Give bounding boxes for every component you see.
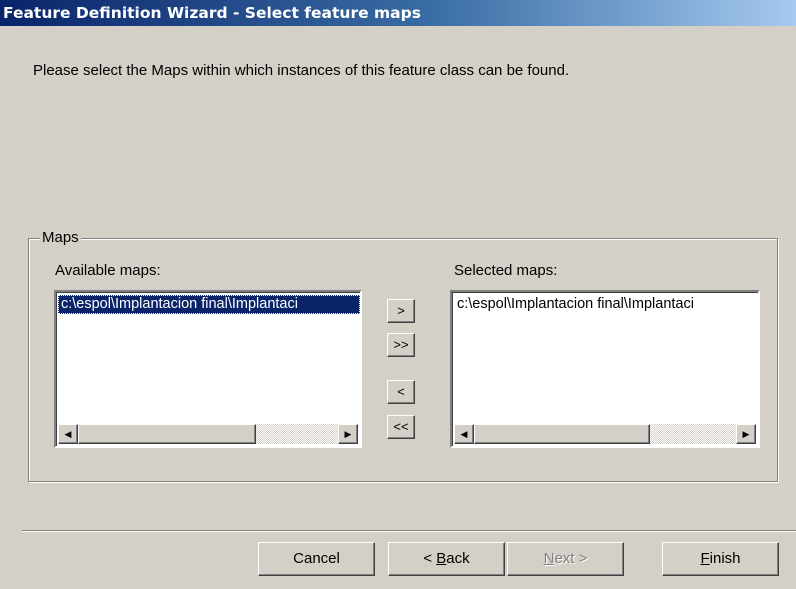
selected-map-item[interactable]: c:\espol\Implantacion final\Implantaci bbox=[454, 295, 758, 314]
scroll-thumb[interactable] bbox=[78, 424, 256, 444]
scroll-left-arrow-icon[interactable]: ◀ bbox=[58, 424, 78, 444]
available-maps-hscrollbar[interactable]: ◀ ▶ bbox=[58, 424, 358, 444]
finish-mnemonic: F bbox=[700, 550, 710, 567]
footer-separator bbox=[22, 530, 796, 532]
available-maps-label: Available maps: bbox=[55, 262, 161, 279]
finish-button[interactable]: Finish bbox=[662, 542, 779, 576]
cancel-button[interactable]: Cancel bbox=[258, 542, 375, 576]
selected-maps-listbox[interactable]: c:\espol\Implantacion final\Implantaci ◀… bbox=[450, 290, 760, 448]
next-mnemonic: N bbox=[543, 550, 555, 567]
finish-rest: inish bbox=[709, 550, 741, 567]
scroll-thumb[interactable] bbox=[474, 424, 650, 444]
next-button[interactable]: Next > bbox=[507, 542, 624, 576]
instruction-text: Please select the Maps within which inst… bbox=[33, 62, 570, 79]
available-map-item[interactable]: c:\espol\Implantacion final\Implantaci bbox=[58, 295, 360, 314]
maps-group-label: Maps bbox=[40, 229, 81, 247]
add-map-button[interactable]: > bbox=[387, 299, 415, 323]
back-rest: ack bbox=[446, 550, 470, 567]
window-title: Feature Definition Wizard - Select featu… bbox=[0, 0, 796, 26]
back-button[interactable]: < Back bbox=[388, 542, 505, 576]
back-prefix: < bbox=[423, 550, 437, 567]
scroll-left-arrow-icon[interactable]: ◀ bbox=[454, 424, 474, 444]
remove-map-button[interactable]: < bbox=[387, 380, 415, 404]
selected-maps-hscrollbar[interactable]: ◀ ▶ bbox=[454, 424, 756, 444]
add-all-maps-button[interactable]: >> bbox=[387, 333, 415, 357]
remove-all-maps-button[interactable]: << bbox=[387, 415, 415, 439]
back-mnemonic: B bbox=[436, 550, 447, 567]
scroll-right-arrow-icon[interactable]: ▶ bbox=[736, 424, 756, 444]
selected-maps-label: Selected maps: bbox=[454, 262, 558, 279]
next-rest: ext > bbox=[554, 550, 588, 567]
scroll-right-arrow-icon[interactable]: ▶ bbox=[338, 424, 358, 444]
available-maps-listbox[interactable]: c:\espol\Implantacion final\Implantaci ◀… bbox=[54, 290, 362, 448]
